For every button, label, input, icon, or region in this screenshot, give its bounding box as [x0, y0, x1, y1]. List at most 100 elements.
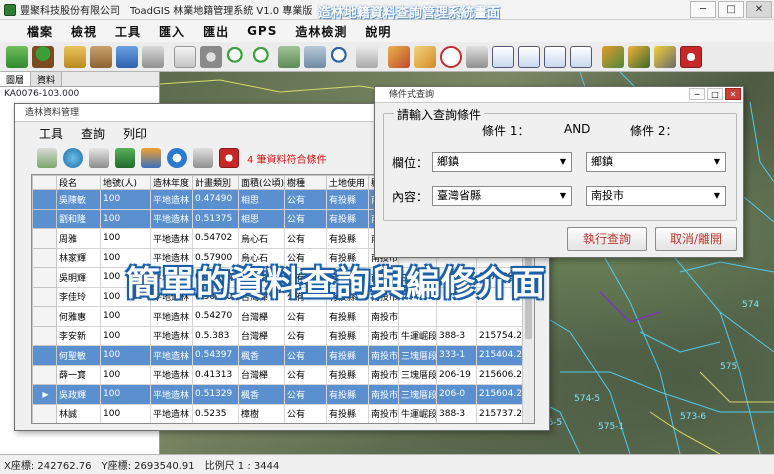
ruler-icon[interactable] [414, 45, 436, 68]
row-header[interactable] [32, 345, 57, 366]
refresh-icon[interactable] [167, 148, 187, 168]
row-header[interactable]: ▶ [32, 384, 57, 405]
table-cell[interactable] [398, 306, 437, 327]
print-icon[interactable] [466, 45, 488, 68]
globe-icon[interactable] [63, 148, 83, 168]
table-cell[interactable]: 有投縣 [326, 345, 369, 366]
table-cell[interactable]: 台灣櫸 [238, 306, 285, 327]
table-cell[interactable] [151, 424, 193, 425]
column-header[interactable]: 計畫類別 [192, 175, 239, 190]
gps-icon[interactable] [602, 45, 624, 68]
table-cell[interactable]: 南投市 [369, 424, 399, 425]
table-cell[interactable]: 0.47490 [192, 189, 239, 210]
row-header[interactable] [33, 424, 57, 425]
table-cell[interactable]: 南投市 [368, 306, 399, 327]
database-icon[interactable] [89, 148, 109, 168]
condition-2-value-select[interactable]: 南投市 ▼ [586, 186, 726, 206]
row-header[interactable] [32, 403, 57, 423]
menu-file[interactable]: 檔案 [18, 23, 62, 40]
table-cell[interactable]: 公有 [284, 189, 327, 210]
table-cell[interactable]: 平地造林 [150, 208, 193, 229]
table-cell[interactable]: 平地造林 [150, 403, 193, 423]
table-cell[interactable]: 李安新 [56, 325, 101, 346]
table-cell[interactable]: 有投縣 [326, 384, 369, 405]
table-cell[interactable]: 有投縣 [326, 189, 369, 210]
table-cell[interactable]: 吳明輝 [56, 267, 101, 288]
table-cell[interactable]: 公有 [284, 208, 327, 229]
chart-icon[interactable] [518, 45, 540, 68]
table-cell[interactable]: 公有 [284, 325, 327, 346]
tab-layers[interactable]: 圖層 [0, 72, 32, 86]
table-cell[interactable] [285, 424, 327, 425]
condition-2-field-select[interactable]: 鄉鎮 ▼ [586, 152, 726, 172]
menu-afforestation-check[interactable]: 造林檢測 [286, 23, 356, 40]
table-cell[interactable]: 平地造林 [150, 306, 193, 327]
import-data-icon[interactable] [37, 148, 57, 168]
table-cell[interactable]: 0.54702 [192, 228, 239, 249]
row-header[interactable] [32, 306, 57, 327]
table-row[interactable]: 何雅惠 100 平地造林 0.54270 台灣櫸 公有 有投縣 南投市 [32, 306, 534, 327]
table-cell[interactable]: 0.54397 [192, 345, 239, 366]
column-header[interactable] [32, 175, 57, 190]
table-cell[interactable]: 0.5235 [192, 403, 239, 423]
table-row[interactable]: 薛一寶 100 平地造林 0.41313 台灣櫸 公有 有投縣 南投市 三塊厝段 206-19 21… [32, 364, 534, 385]
zoom-in-icon[interactable] [226, 45, 248, 68]
table-cell[interactable]: 周雅 [56, 228, 101, 249]
table-cell[interactable]: 三塊厝段 [398, 345, 437, 366]
table-cell[interactable]: 南投市 [368, 364, 399, 385]
table-cell[interactable]: 公有 [284, 403, 327, 423]
close-button[interactable]: ✕ [746, 1, 772, 18]
export-icon[interactable] [544, 45, 566, 68]
maximize-button[interactable]: □ [718, 1, 744, 18]
power-exit-icon[interactable] [680, 45, 702, 68]
menu-gps[interactable]: GPS [238, 24, 286, 38]
row-header[interactable] [32, 325, 57, 346]
table-cell[interactable]: 100 [100, 208, 151, 229]
table-cell[interactable]: 公有 [284, 306, 327, 327]
pan-map-icon[interactable] [278, 45, 300, 68]
cancel-exit-button[interactable]: 取消/離開 [655, 227, 737, 251]
table-cell[interactable]: 南投市 [368, 384, 399, 405]
table-cell[interactable]: 牛運崛段 [399, 424, 437, 425]
table-row[interactable]: 11.9142 有投縣南投市牛運崛段388-3215704.2648320 [33, 424, 536, 425]
table-cell[interactable]: 388-3 [437, 424, 477, 425]
table-cell[interactable]: 薛一寶 [56, 364, 101, 385]
satellite-icon[interactable] [628, 45, 650, 68]
table-cell[interactable]: 公有 [284, 364, 327, 385]
table-cell[interactable]: 楓香 [238, 384, 285, 405]
edit-pen-icon[interactable] [388, 45, 410, 68]
dialog-maximize-button[interactable]: □ [707, 88, 723, 100]
table-cell[interactable]: 206-19 [436, 364, 477, 385]
menu-import[interactable]: 匯入 [150, 23, 194, 40]
table-cell[interactable]: 相思 [238, 208, 285, 229]
table-cell[interactable]: 公有 [284, 345, 327, 366]
table-cell[interactable]: 0.5.383 [192, 325, 239, 346]
table-cell[interactable] [239, 424, 285, 425]
table-cell[interactable]: 0.51375 [192, 208, 239, 229]
dialog-close-button[interactable]: ✕ [725, 88, 741, 100]
data-menu-print[interactable]: 列印 [123, 125, 147, 142]
table-cell[interactable]: 烏心石 [238, 228, 285, 249]
excel-icon[interactable] [115, 148, 135, 168]
measure-icon[interactable] [356, 45, 378, 68]
table-cell[interactable]: 平地造林 [150, 189, 193, 210]
table-cell[interactable]: 南投市 [368, 325, 399, 346]
row-header[interactable] [32, 208, 57, 229]
table-cell[interactable]: 公有 [284, 228, 327, 249]
table-cell[interactable]: 215704.2648320 [477, 424, 536, 425]
condition-1-value-select[interactable]: 臺灣省縣 ▼ [432, 186, 572, 206]
table-cell[interactable] [57, 424, 101, 425]
table-cell[interactable]: 林誠 [56, 403, 101, 423]
table-cell[interactable]: 平地造林 [150, 364, 193, 385]
row-header[interactable] [32, 267, 57, 288]
package-icon[interactable] [90, 45, 112, 68]
table-row[interactable]: 林誠 100 平地造林 0.5235 樟樹 公有 有投縣 南投市 牛運崛段 388-3 215737… [32, 403, 534, 423]
row-header[interactable] [32, 364, 57, 385]
table-cell[interactable]: 公有 [284, 384, 327, 405]
table-cell[interactable]: 333-1 [436, 345, 477, 366]
table-cell[interactable]: 牛運崛段 [398, 403, 437, 423]
table-cell[interactable]: 有投縣 [326, 306, 369, 327]
add-layer-icon[interactable] [6, 45, 28, 68]
table-cell[interactable]: 台灣櫸 [238, 364, 285, 385]
table-cell[interactable]: 100 [100, 189, 151, 210]
